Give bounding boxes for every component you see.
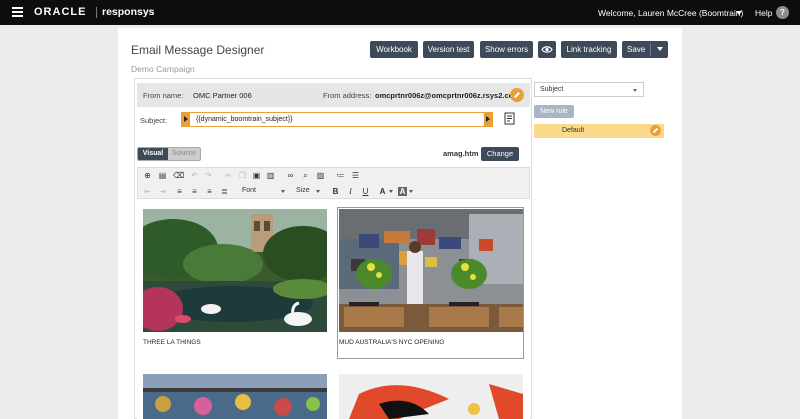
subject-value: {{dynamic_boomtrain_subject}}: [196, 116, 293, 123]
text-color-button[interactable]: A: [378, 187, 387, 196]
store-opening-image[interactable]: [339, 209, 523, 332]
indent-icon[interactable]: ⇥: [158, 187, 167, 196]
link-tracking-button[interactable]: Link tracking: [561, 41, 617, 58]
tab-source[interactable]: Source: [168, 148, 200, 160]
brand-divider: [96, 7, 97, 18]
from-address-value: omcprtnr006z@omcprtnr006z.rsys2.com: [375, 91, 520, 100]
subject-field[interactable]: {{dynamic_boomtrain_subject}}: [181, 112, 493, 127]
italic-button[interactable]: I: [346, 187, 355, 196]
subject-label: Subject:: [140, 116, 168, 125]
rule-label: Default: [562, 127, 585, 134]
chevron-down-icon[interactable]: [736, 11, 742, 15]
eraser-icon[interactable]: ⌫: [173, 171, 184, 180]
paste-text-icon[interactable]: ▥: [266, 171, 275, 180]
subject-next-arrow-icon[interactable]: [484, 113, 492, 126]
workbook-button[interactable]: Workbook: [370, 41, 418, 58]
page-title: Email Message Designer: [131, 43, 265, 57]
save-divider: [650, 43, 651, 56]
rule-item-default[interactable]: Default: [534, 124, 664, 138]
copy-icon[interactable]: ❐: [238, 171, 247, 180]
numbered-list-icon[interactable]: ≔: [336, 171, 345, 180]
email-canvas[interactable]: THREE LA THINGS MUD AUSTRALIA'S NYC OPEN…: [137, 199, 530, 419]
undo-icon[interactable]: ↶: [190, 171, 199, 180]
from-name-label: From name:: [143, 91, 184, 100]
top-navigation-bar: ORACLE responsys Welcome, Lauren McCree …: [0, 0, 800, 25]
designer-panel: Email Message Designer Demo Campaign Wor…: [118, 28, 682, 419]
rule-target-value: Subject: [540, 86, 564, 93]
message-editor: From name: OMC Partner 006 From address:…: [134, 78, 532, 419]
preview-eye-icon[interactable]: [538, 41, 556, 58]
change-template-button[interactable]: Change: [481, 147, 519, 161]
user-menu[interactable]: Welcome, Lauren McCree (Boomtrain): [598, 8, 743, 18]
background-color-button[interactable]: A: [398, 187, 407, 196]
size-dropdown-chevron-icon[interactable]: [316, 190, 320, 193]
text-color-chevron-icon[interactable]: [389, 190, 393, 193]
underline-button[interactable]: U: [361, 187, 370, 196]
image-icon[interactable]: ▨: [316, 171, 325, 180]
help-link[interactable]: Help: [755, 8, 772, 18]
align-center-icon[interactable]: ≡: [190, 187, 199, 196]
oracle-logo: ORACLE: [34, 6, 87, 18]
hamburger-menu-icon[interactable]: [12, 7, 23, 17]
card-caption: THREE LA THINGS: [143, 339, 201, 346]
from-address-label: From address:: [323, 91, 372, 100]
art-print-image[interactable]: [339, 374, 523, 419]
align-left-icon[interactable]: ≡: [175, 187, 184, 196]
bold-button[interactable]: B: [331, 187, 340, 196]
formatting-toolbar: ⊕ ▤ ⌫ ↶ ↷ ✂ ❐ ▣ ▥ ∞ ⌕ ▨ ≔ ☰ ⇤ ⇥ ≡ ≡ ≡ ≣ …: [137, 167, 530, 199]
font-dropdown-chevron-icon[interactable]: [281, 190, 285, 193]
help-icon[interactable]: ?: [776, 6, 789, 19]
save-label: Save: [627, 45, 646, 54]
flower-market-image[interactable]: [143, 374, 327, 419]
font-select[interactable]: Font: [242, 187, 256, 194]
rules-sidebar: Subject New rule Default: [532, 78, 666, 419]
align-right-icon[interactable]: ≡: [205, 187, 214, 196]
show-errors-button[interactable]: Show errors: [480, 41, 533, 58]
select-chevron-down-icon: [633, 89, 637, 92]
card-caption: MUD AUSTRALIA'S NYC OPENING: [339, 339, 445, 346]
new-rule-button[interactable]: New rule: [534, 105, 574, 118]
version-test-button[interactable]: Version test: [423, 41, 474, 58]
save-button[interactable]: Save: [622, 41, 668, 58]
subject-prev-arrow-icon[interactable]: [182, 113, 190, 126]
cut-icon[interactable]: ✂: [224, 171, 233, 180]
paste-icon[interactable]: ▣: [252, 171, 261, 180]
view-mode-row: Visual Source amag.htm Change: [137, 147, 530, 167]
insert-field-icon[interactable]: ⊕: [143, 171, 152, 180]
personalize-document-icon[interactable]: [503, 112, 517, 126]
outdent-icon[interactable]: ⇤: [143, 187, 152, 196]
garden-pond-image[interactable]: [143, 209, 327, 332]
from-name-value: OMC Partner 006: [193, 91, 252, 100]
product-name: responsys: [102, 6, 155, 18]
view-toggle: Visual Source: [137, 147, 201, 161]
size-select[interactable]: Size: [296, 187, 310, 194]
background-color-chevron-icon[interactable]: [409, 190, 413, 193]
align-justify-icon[interactable]: ≣: [220, 187, 229, 196]
link-icon[interactable]: ∞: [286, 171, 295, 180]
edit-from-pencil-icon[interactable]: [510, 88, 524, 102]
save-dropdown-chevron-icon[interactable]: [657, 47, 663, 51]
copy-format-icon[interactable]: ▤: [158, 171, 167, 180]
edit-rule-pencil-icon[interactable]: [650, 125, 661, 136]
template-filename: amag.htm: [443, 149, 479, 158]
redo-icon[interactable]: ↷: [204, 171, 213, 180]
tab-visual[interactable]: Visual: [138, 148, 168, 160]
bulleted-list-icon[interactable]: ☰: [351, 171, 360, 180]
campaign-name: Demo Campaign: [131, 64, 195, 74]
search-icon[interactable]: ⌕: [301, 171, 310, 180]
from-row: From name: OMC Partner 006 From address:…: [137, 83, 530, 107]
rule-target-select[interactable]: Subject: [534, 82, 644, 97]
